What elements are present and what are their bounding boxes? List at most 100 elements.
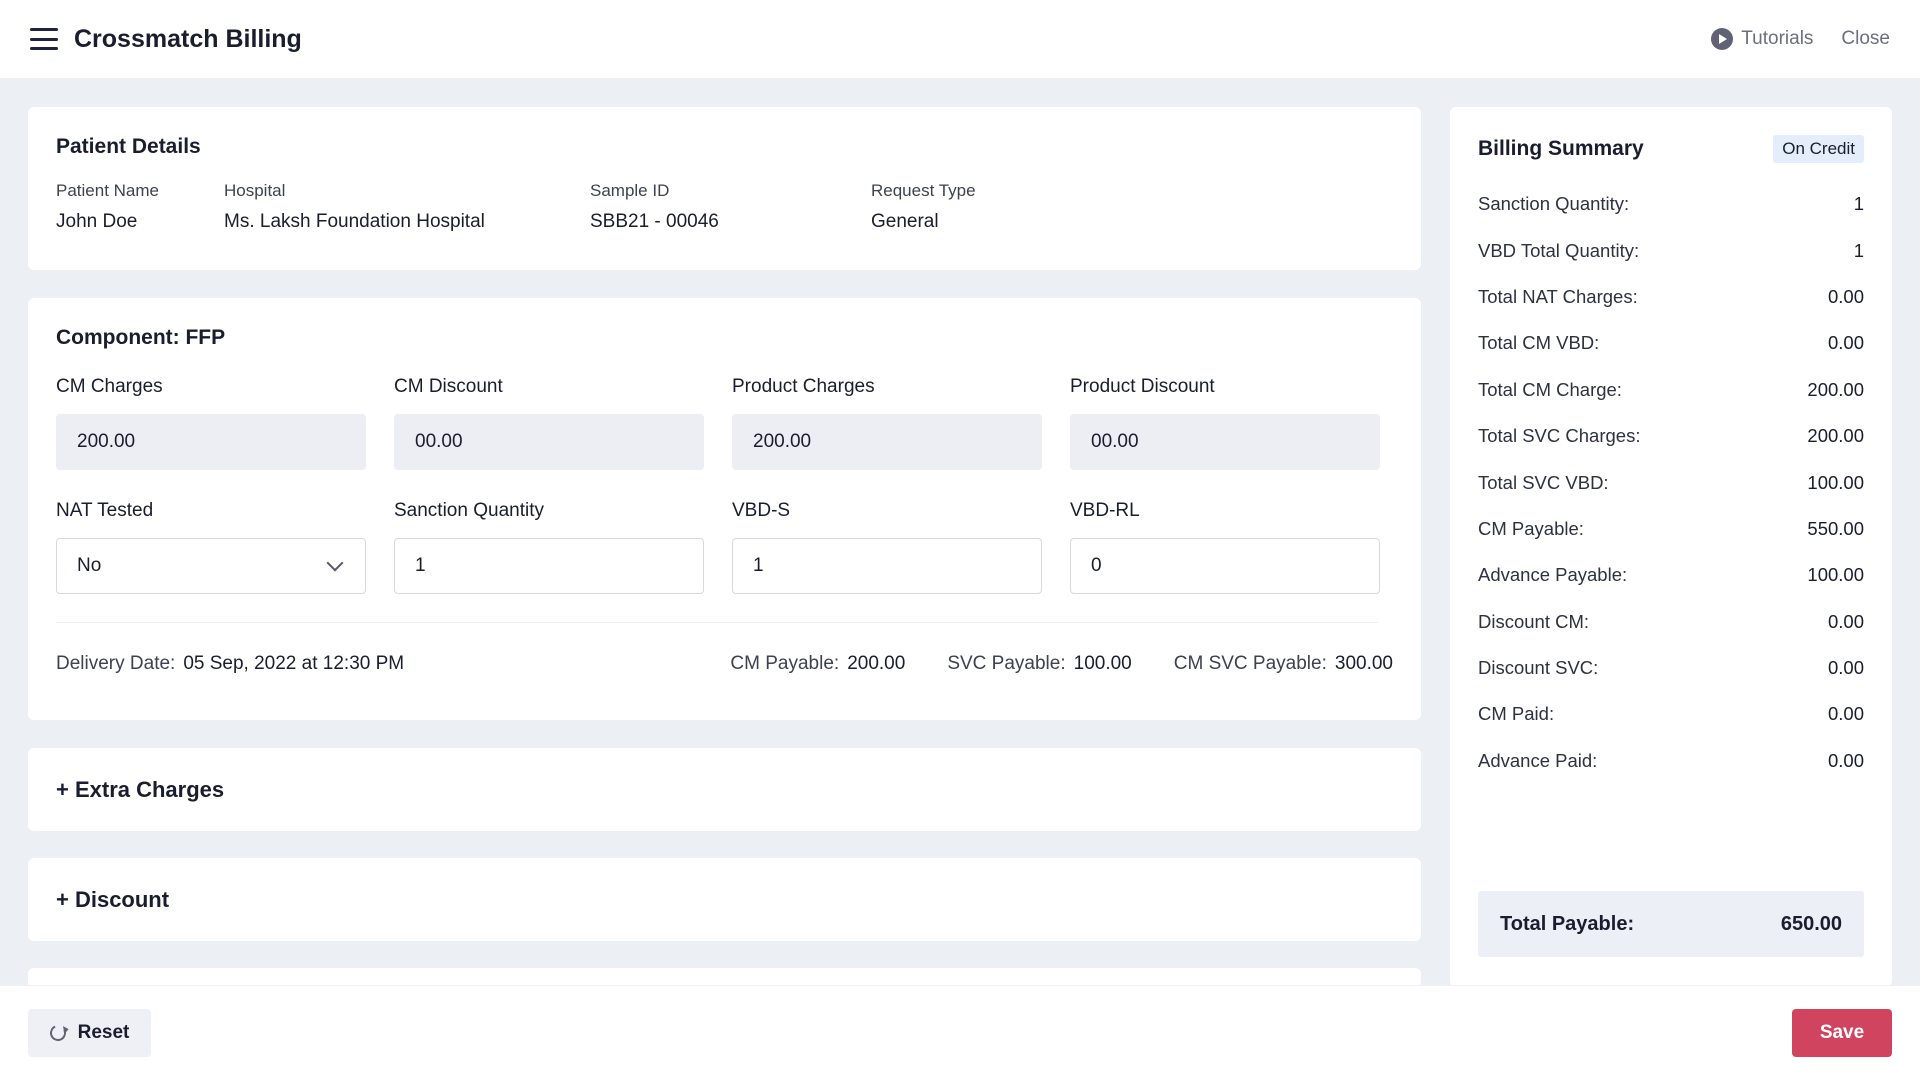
component-title: Component: FFP: [56, 326, 226, 349]
hospital-field: Hospital Ms. Laksh Foundation Hospital: [224, 181, 590, 233]
summary-row-label: CM Paid:: [1478, 703, 1555, 725]
summary-row: CM Paid: 0.00: [1478, 691, 1864, 737]
save-button[interactable]: Save: [1792, 1009, 1892, 1057]
cm-discount-label: CM Discount: [394, 376, 503, 397]
nat-tested-field: NAT Tested No: [56, 500, 366, 594]
billing-summary-title: Billing Summary: [1478, 137, 1644, 160]
total-payable-value: 650.00: [1780, 912, 1842, 935]
close-link[interactable]: Close: [1841, 28, 1890, 50]
sample-id-value: SBB21 - 00046: [590, 211, 719, 232]
page-title: Crossmatch Billing: [74, 24, 302, 53]
summary-row: Advance Payable: 100.00: [1478, 552, 1864, 598]
summary-row-label: Total SVC Charges:: [1478, 425, 1641, 447]
total-payable-label: Total Payable:: [1500, 912, 1635, 935]
play-icon: [1711, 28, 1734, 50]
summary-row-label: Total NAT Charges:: [1478, 285, 1638, 307]
hamburger-menu-icon[interactable]: [30, 28, 58, 50]
reset-label: Reset: [77, 1022, 130, 1043]
svc-payable: SVC Payable: 100.00: [947, 653, 1131, 675]
billing-summary-header: Billing Summary On Credit: [1478, 135, 1864, 163]
summary-row-label: Advance Payable:: [1478, 564, 1628, 586]
summary-row-value: 0.00: [1827, 657, 1864, 679]
reset-button[interactable]: Reset: [28, 1009, 151, 1057]
nat-tested-label: NAT Tested: [56, 500, 154, 521]
status-badge: On Credit: [1773, 135, 1864, 163]
product-discount-label: Product Discount: [1070, 376, 1215, 397]
vbd-s-label: VBD-S: [732, 500, 791, 521]
component-footer: Delivery Date: 05 Sep, 2022 at 12:30 PM …: [56, 653, 1393, 675]
summary-row-value: 100.00: [1807, 471, 1864, 493]
summary-row-value: 200.00: [1807, 378, 1864, 400]
summary-row-value: 0.00: [1827, 749, 1864, 771]
cm-payable: CM Payable: 200.00: [730, 653, 905, 675]
svc-payable-value: 100.00: [1073, 653, 1132, 674]
summary-row-label: Total CM VBD:: [1478, 332, 1600, 354]
cm-svc-payable-label: CM SVC Payable:: [1173, 653, 1327, 674]
summary-row-label: Advance Paid:: [1478, 749, 1598, 771]
tutorials-link[interactable]: Tutorials: [1711, 28, 1813, 50]
summary-row-value: 1: [1853, 193, 1864, 215]
request-type-field: Request Type General: [871, 181, 976, 233]
product-charges-input: 200.00: [732, 414, 1042, 470]
summary-row: VBD Total Quantity: 1: [1478, 227, 1864, 273]
total-payable: Total Payable: 650.00: [1478, 891, 1864, 957]
payable-summary: CM Payable: 200.00 SVC Payable: 100.00 CM …: [730, 653, 1393, 675]
summary-row: Total CM Charge: 200.00: [1478, 367, 1864, 413]
hospital-value: Ms. Laksh Foundation Hospital: [224, 211, 485, 232]
sample-id-field: Sample ID SBB21 - 00046: [590, 181, 871, 233]
extra-charges-title: + Extra Charges: [56, 776, 225, 802]
vbd-rl-field: VBD-RL 0: [1070, 500, 1380, 594]
nat-tested-value: No: [77, 555, 102, 576]
sanction-quantity-input[interactable]: 1: [394, 538, 704, 594]
vbd-s-field: VBD-S 1: [732, 500, 1042, 594]
summary-row: Total SVC VBD: 100.00: [1478, 459, 1864, 505]
summary-row-value: 0.00: [1827, 610, 1864, 632]
request-type-value: General: [871, 211, 939, 232]
vbd-rl-label: VBD-RL: [1070, 500, 1140, 521]
patient-details-card: Patient Details Patient Name John Doe Ho…: [28, 107, 1421, 270]
bottom-action-bar: Reset Save: [0, 985, 1920, 1080]
summary-row: Advance Paid: 0.00: [1478, 738, 1864, 784]
summary-row-value: 0.00: [1827, 703, 1864, 725]
patient-details-title: Patient Details: [56, 135, 201, 158]
summary-row: CM Payable: 550.00: [1478, 506, 1864, 552]
summary-row-label: VBD Total Quantity:: [1478, 239, 1640, 261]
patient-name-label: Patient Name: [56, 181, 159, 200]
billing-summary-card: Billing Summary On Credit Sanction Quant…: [1450, 107, 1892, 987]
cm-charges-input: 200.00: [56, 414, 366, 470]
summary-row: Sanction Quantity: 1: [1478, 181, 1864, 227]
summary-row-label: Sanction Quantity:: [1478, 193, 1630, 215]
cm-discount-input: 00.00: [394, 414, 704, 470]
request-type-label: Request Type: [871, 181, 976, 200]
vbd-s-input[interactable]: 1: [732, 538, 1042, 594]
extra-charges-section[interactable]: + Extra Charges: [28, 748, 1421, 831]
patient-name-value: John Doe: [56, 211, 138, 232]
discount-title: + Discount: [56, 886, 170, 912]
nat-tested-select[interactable]: No: [56, 538, 366, 594]
cm-payable-label: CM Payable:: [730, 653, 840, 674]
summary-row-label: CM Payable:: [1478, 517, 1584, 539]
product-charges-field: Product Charges 200.00: [732, 376, 1042, 470]
vbd-rl-input[interactable]: 0: [1070, 538, 1380, 594]
refresh-icon: [47, 1022, 68, 1044]
summary-row-label: Discount CM:: [1478, 610, 1590, 632]
product-discount-field: Product Discount 00.00: [1070, 376, 1380, 470]
summary-row-value: 0.00: [1827, 332, 1864, 354]
product-discount-input: 00.00: [1070, 414, 1380, 470]
cm-discount-field: CM Discount 00.00: [394, 376, 704, 470]
top-bar: Crossmatch Billing Tutorials Close: [0, 0, 1920, 78]
patient-name-field: Patient Name John Doe: [56, 181, 224, 233]
top-bar-actions: Tutorials Close: [1711, 28, 1890, 50]
divider: [56, 622, 1378, 623]
sanction-quantity-label: Sanction Quantity: [394, 500, 544, 521]
summary-row-label: Total SVC VBD:: [1478, 471, 1609, 493]
cm-charges-label: CM Charges: [56, 376, 163, 397]
sample-id-label: Sample ID: [590, 181, 670, 200]
patient-details-grid: Patient Name John Doe Hospital Ms. Laksh…: [56, 181, 1393, 233]
summary-row-value: 1: [1853, 239, 1864, 261]
discount-section[interactable]: + Discount: [28, 858, 1421, 941]
hospital-label: Hospital: [224, 181, 286, 200]
component-fields: CM Charges 200.00 CM Discount 00.00 Prod…: [56, 376, 1393, 594]
cm-charges-field: CM Charges 200.00: [56, 376, 366, 470]
summary-row: Total NAT Charges: 0.00: [1478, 274, 1864, 320]
